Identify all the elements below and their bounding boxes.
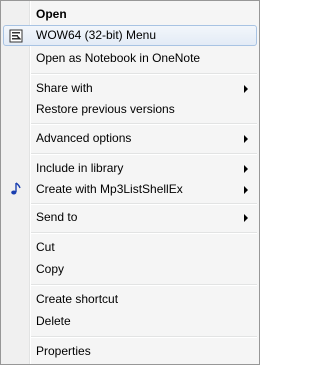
menu-item-label: Properties (36, 344, 91, 358)
menu-item-label: Advanced options (36, 131, 132, 145)
menu-separator (31, 336, 257, 338)
music-note-icon (11, 182, 21, 195)
menu-item-label: Open as Notebook in OneNote (36, 51, 201, 65)
menu-separator (31, 284, 257, 286)
menu-item-send-to[interactable]: Send to (3, 207, 257, 228)
menu-item-properties[interactable]: Properties (3, 341, 257, 362)
menu-item-label: Cut (36, 240, 55, 254)
menu-item-label: WOW64 (32-bit) Menu (36, 28, 157, 42)
menu-item-open[interactable]: Open (3, 4, 257, 25)
menu-item-cut[interactable]: Cut (3, 237, 257, 258)
menu-item-label: Include in library (36, 161, 124, 175)
menu-item-share-with[interactable]: Share with (3, 78, 257, 99)
menu-item-label: Create with Mp3ListShellEx (36, 182, 183, 196)
menu-item-label: Restore previous versions (36, 102, 175, 116)
menu-separator (31, 203, 257, 205)
menu-item-create-with-mp3listshellex[interactable]: Create with Mp3ListShellEx (3, 179, 257, 200)
menu-item-label: Create shortcut (36, 292, 119, 306)
submenu-arrow-icon (244, 165, 248, 173)
menu-item-delete[interactable]: Delete (3, 311, 257, 332)
menu-item-wow64-menu[interactable]: WOW64 (32-bit) Menu (3, 25, 257, 46)
menu-separator (31, 73, 257, 75)
context-menu: Open WOW64 (32-bit) Menu Open as Noteboo… (0, 0, 260, 365)
submenu-arrow-icon (244, 135, 248, 143)
menu-item-label: Send to (36, 210, 78, 224)
menu-item-advanced-options[interactable]: Advanced options (3, 128, 257, 149)
menu-item-label: Share with (36, 81, 93, 95)
menu-item-include-in-library[interactable]: Include in library (3, 158, 257, 179)
submenu-arrow-icon (244, 85, 248, 93)
menu-item-label: Open (36, 7, 67, 21)
menu-separator (31, 153, 257, 155)
menu-separator (31, 232, 257, 234)
submenu-arrow-icon (244, 186, 248, 194)
menu-item-label: Copy (36, 262, 65, 276)
menu-item-copy[interactable]: Copy (3, 259, 257, 280)
submenu-arrow-icon (244, 214, 248, 222)
menu-item-open-notebook-onenote[interactable]: Open as Notebook in OneNote (3, 48, 257, 69)
menu-item-label: Delete (36, 314, 71, 328)
menu-item-create-shortcut[interactable]: Create shortcut (3, 289, 257, 310)
menu-item-restore-previous-versions[interactable]: Restore previous versions (3, 99, 257, 120)
menu-separator (31, 123, 257, 125)
wow64-icon (9, 29, 23, 43)
